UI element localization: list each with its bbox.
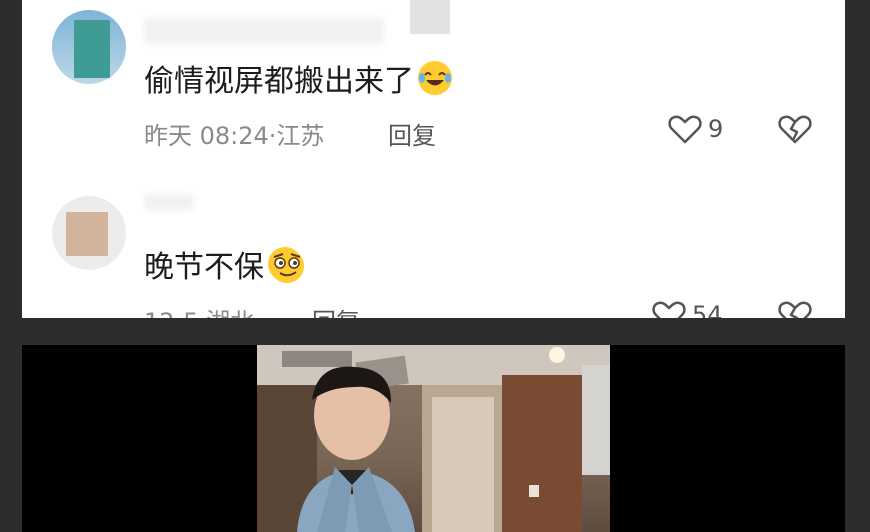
broken-heart-icon [778, 301, 812, 318]
reply-button[interactable]: 回复 [388, 116, 436, 151]
video-player[interactable] [22, 345, 845, 532]
blurred-image [410, 0, 450, 34]
comment-text-content: 晚节不保 [144, 250, 264, 285]
comment-date: 12-5 [144, 308, 198, 318]
like-button[interactable]: 54 [652, 300, 723, 318]
tears-of-joy-emoji-icon [418, 61, 452, 95]
like-count: 9 [708, 115, 724, 143]
reply-button[interactable]: 回复 [312, 302, 360, 318]
comment-item: 偷情视屏都搬出来了 昨天 08:24·江苏 回复 9 [22, 0, 845, 170]
comment-text: 晚节不保 [144, 242, 304, 286]
heart-icon [652, 301, 686, 318]
comment-text: 偷情视屏都搬出来了 [144, 56, 452, 100]
dislike-button[interactable] [778, 300, 812, 318]
comment-text-content: 偷情视屏都搬出来了 [144, 64, 414, 99]
video-still-image [257, 345, 610, 532]
username-blurred[interactable] [144, 194, 194, 210]
like-count: 54 [692, 301, 723, 318]
avatar[interactable] [52, 10, 126, 84]
comment-panel: 偷情视屏都搬出来了 昨天 08:24·江苏 回复 9 晚节不保 54 [22, 0, 845, 318]
broken-heart-icon [778, 115, 812, 144]
comment-meta: 12-5·湖北 [144, 302, 254, 318]
comment-date: 昨天 08:24 [144, 122, 269, 150]
comment-location: 江苏 [276, 122, 325, 150]
dislike-button[interactable] [778, 114, 812, 148]
comment-location: 湖北 [206, 308, 254, 318]
avatar[interactable] [52, 196, 126, 270]
comment-meta: 昨天 08:24·江苏 [144, 116, 324, 151]
username-blurred[interactable] [144, 18, 384, 44]
video-frame[interactable] [257, 345, 610, 532]
meta-separator: · [198, 308, 206, 318]
smirk-emoji-icon [268, 247, 304, 283]
heart-icon [668, 115, 702, 144]
comment-item: 晚节不保 12-5·湖北 回复 54 [22, 190, 845, 318]
like-button[interactable]: 9 [668, 114, 723, 144]
